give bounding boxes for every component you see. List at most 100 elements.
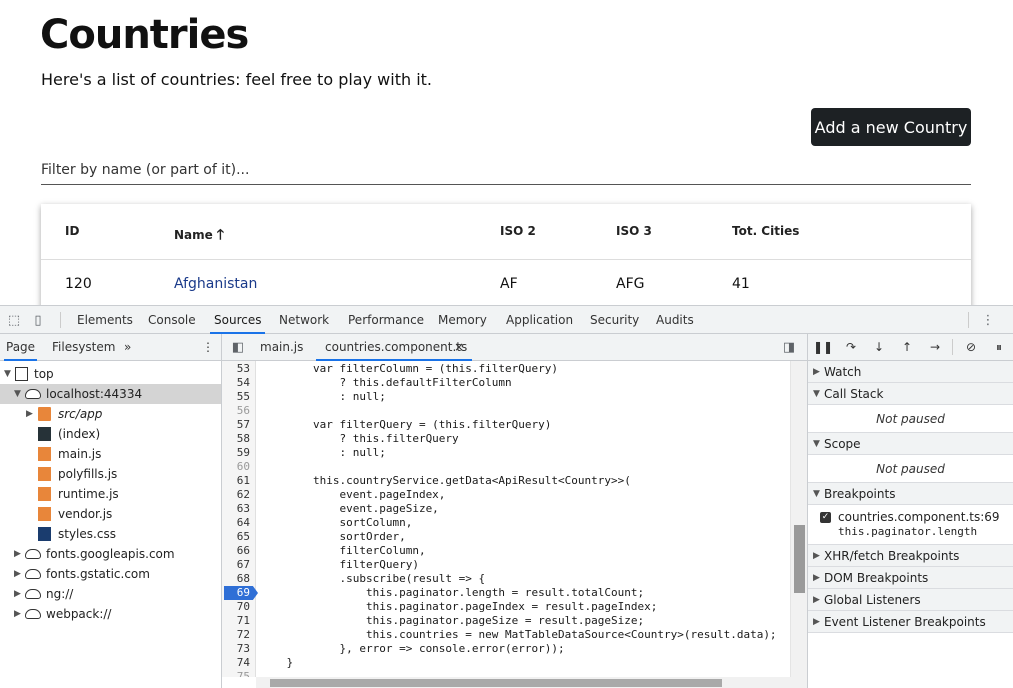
step-over-icon[interactable]: ↷ — [842, 339, 860, 355]
inspect-element-icon[interactable]: ⬚ — [6, 312, 22, 328]
column-header-iso3[interactable]: ISO 3 — [616, 224, 652, 238]
tab-memory[interactable]: Memory — [434, 306, 491, 334]
pane-event-listener-breakpoints[interactable]: ▶ Event Listener Breakpoints — [808, 611, 1013, 633]
pane-call-stack[interactable]: ▼ Call Stack — [808, 383, 1013, 405]
line-number[interactable]: 66 — [222, 544, 250, 558]
vertical-scroll-thumb[interactable] — [794, 525, 805, 593]
tree-label: styles.css — [58, 527, 116, 541]
tab-performance[interactable]: Performance — [344, 306, 428, 334]
column-header-tot-cities[interactable]: Tot. Cities — [732, 224, 799, 238]
tab-elements[interactable]: Elements — [73, 306, 137, 334]
toolbar-divider — [952, 339, 953, 355]
tab-network[interactable]: Network — [275, 306, 333, 334]
filter-input[interactable] — [41, 158, 971, 178]
line-number[interactable]: 61 — [222, 474, 250, 488]
column-header-name[interactable]: Name 🡑 — [174, 224, 224, 248]
pause-on-exceptions-icon[interactable]: ⏸ — [990, 339, 1008, 355]
line-number[interactable]: 74 — [222, 656, 250, 670]
column-header-iso2[interactable]: ISO 2 — [500, 224, 536, 238]
pane-breakpoints[interactable]: ▼ Breakpoints — [808, 483, 1013, 505]
script-file-icon — [38, 447, 51, 461]
line-number[interactable]: 59 — [222, 446, 250, 460]
line-number[interactable]: 72 — [222, 628, 250, 642]
line-number[interactable]: 70 — [222, 600, 250, 614]
editor-tab-countries-component[interactable]: countries.component.ts × — [316, 334, 472, 361]
tree-item-styles-css[interactable]: styles.css — [0, 524, 221, 544]
tree-item-localhost[interactable]: ▼ localhost:44334 — [0, 384, 221, 404]
cell-name-link[interactable]: Afghanistan — [174, 276, 257, 292]
tab-console[interactable]: Console — [144, 306, 200, 334]
step-into-icon[interactable]: ↓ — [870, 339, 888, 355]
tree-item-src-app[interactable]: ▶ src/app — [0, 404, 221, 424]
tree-item-index[interactable]: (index) — [0, 424, 221, 444]
pane-xhr-breakpoints[interactable]: ▶ XHR/fetch Breakpoints — [808, 545, 1013, 567]
tab-application[interactable]: Application — [502, 306, 577, 334]
code-line: : null; — [260, 390, 386, 403]
line-number[interactable]: 58 — [222, 432, 250, 446]
filter-field[interactable] — [41, 158, 971, 185]
line-number[interactable]: 53 — [222, 362, 250, 376]
line-number[interactable]: 71 — [222, 614, 250, 628]
code-line: this.paginator.pageIndex = result.pageIn… — [260, 600, 658, 613]
breakpoint-code: this.paginator.length — [838, 525, 978, 538]
line-number[interactable]: 65 — [222, 530, 250, 544]
line-number[interactable]: 67 — [222, 558, 250, 572]
tab-page[interactable]: Page — [4, 334, 38, 361]
navigator-menu-icon[interactable]: ⋮ — [200, 334, 216, 361]
line-number[interactable]: 55 — [222, 390, 250, 404]
more-tabs-icon[interactable]: » — [122, 334, 133, 361]
code-line: }, error => console.error(error)); — [260, 642, 565, 655]
line-number[interactable]: 54 — [222, 376, 250, 390]
pause-icon[interactable]: ❚❚ — [813, 339, 833, 355]
toggle-debugger-icon[interactable]: ◨ — [781, 339, 797, 355]
tree-item-top[interactable]: ▼ top — [0, 364, 221, 384]
step-icon[interactable]: → — [926, 339, 944, 355]
horizontal-scroll-thumb[interactable] — [270, 679, 722, 687]
tab-audits[interactable]: Audits — [652, 306, 698, 334]
tree-item-main-js[interactable]: main.js — [0, 444, 221, 464]
tree-item-vendor-js[interactable]: vendor.js — [0, 504, 221, 524]
tab-security[interactable]: Security — [586, 306, 643, 334]
line-number[interactable]: 56 — [222, 404, 250, 418]
pane-watch[interactable]: ▶ Watch — [808, 361, 1013, 383]
line-number[interactable]: 60 — [222, 460, 250, 474]
device-toolbar-icon[interactable]: ▯ — [30, 312, 46, 328]
more-options-icon[interactable]: ⋮ — [980, 312, 996, 328]
line-number[interactable]: 62 — [222, 488, 250, 502]
line-number[interactable]: 64 — [222, 516, 250, 530]
tab-filesystem[interactable]: Filesystem — [50, 334, 117, 361]
pane-scope[interactable]: ▼ Scope — [808, 433, 1013, 455]
tree-label: webpack:// — [46, 607, 112, 621]
toggle-navigator-icon[interactable]: ◧ — [230, 339, 246, 355]
tab-sources[interactable]: Sources — [210, 306, 266, 334]
column-header-id[interactable]: ID — [65, 224, 79, 238]
line-number[interactable]: 63 — [222, 502, 250, 516]
line-number[interactable]: 73 — [222, 642, 250, 656]
line-number[interactable]: 68 — [222, 572, 250, 586]
tree-item-fonts-gstatic[interactable]: ▶ fonts.gstatic.com — [0, 564, 221, 584]
vertical-scrollbar[interactable] — [790, 361, 807, 677]
deactivate-breakpoints-icon[interactable]: ⊘ — [962, 339, 980, 355]
tree-item-runtime-js[interactable]: runtime.js — [0, 484, 221, 504]
line-number[interactable]: 57 — [222, 418, 250, 432]
add-country-button[interactable]: Add a new Country — [811, 108, 971, 146]
line-number[interactable]: 75 — [222, 670, 250, 677]
close-tab-icon[interactable]: × — [454, 334, 464, 361]
breakpoint-marker[interactable]: 69 — [224, 586, 258, 600]
code-area[interactable]: 53 54 55 56 57 58 59 60 61 62 63 64 65 66 67 68 69 70 71 72… — [222, 361, 807, 677]
tree-item-ng[interactable]: ▶ ng:// — [0, 584, 221, 604]
pane-dom-breakpoints[interactable]: ▶ DOM Breakpoints — [808, 567, 1013, 589]
horizontal-scrollbar[interactable] — [256, 677, 807, 688]
editor-tab-main-js[interactable]: main.js — [260, 334, 303, 361]
pane-global-listeners[interactable]: ▶ Global Listeners — [808, 589, 1013, 611]
breakpoint-line-number: 69 — [236, 586, 250, 599]
breakpoint-checkbox[interactable]: ✓ — [820, 512, 831, 523]
code-line: var filterQuery = (this.filterQuery) — [260, 418, 552, 431]
line-number-gutter[interactable]: 53 54 55 56 57 58 59 60 61 62 63 64 65 66 67 68 69 70 71 72… — [222, 361, 258, 677]
breakpoint-list: ✓ countries.component.ts:69 this.paginat… — [808, 505, 1013, 545]
step-out-icon[interactable]: ↑ — [898, 339, 916, 355]
script-file-icon — [38, 507, 51, 521]
tree-item-polyfills-js[interactable]: polyfills.js — [0, 464, 221, 484]
tree-item-webpack[interactable]: ▶ webpack:// — [0, 604, 221, 624]
tree-item-fonts-googleapis[interactable]: ▶ fonts.googleapis.com — [0, 544, 221, 564]
